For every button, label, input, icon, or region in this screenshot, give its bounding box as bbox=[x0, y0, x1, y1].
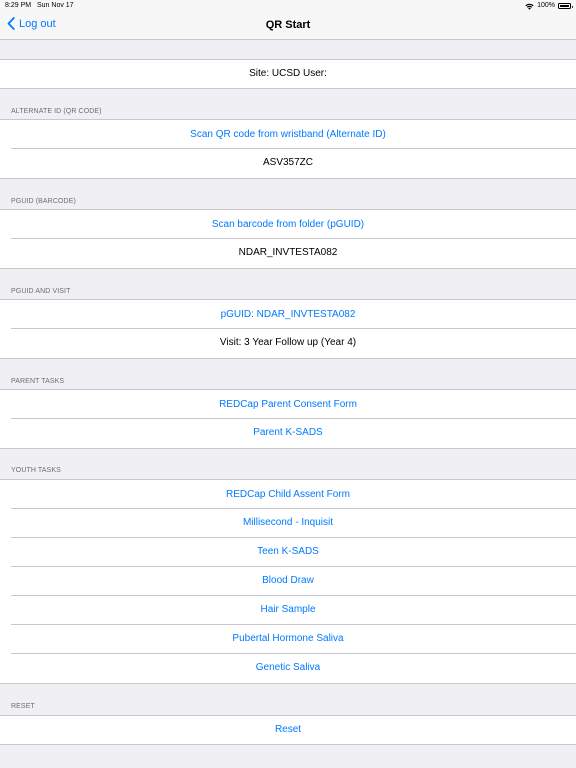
youth-task-label: Blood Draw bbox=[262, 575, 314, 586]
wifi-icon bbox=[525, 3, 534, 10]
scan-qr-code-label: Scan QR code from wristband (Alternate I… bbox=[190, 129, 386, 140]
visit-row: Visit: 3 Year Follow up (Year 4) bbox=[0, 329, 576, 359]
battery-percent: 100% bbox=[537, 2, 555, 9]
alternate-id-value-row: ASV357ZC bbox=[0, 149, 576, 179]
alternate-id-value: ASV357ZC bbox=[262, 157, 314, 168]
parent-task-label: Parent K-SADS bbox=[253, 427, 323, 438]
reset-label: Reset bbox=[274, 724, 302, 735]
status-date: Sun Nov 17 bbox=[37, 2, 74, 9]
parent-task-ksads-button[interactable]: Parent K-SADS bbox=[0, 419, 576, 449]
pguid-button[interactable]: pGUID: NDAR_INVTESTA082 bbox=[0, 299, 576, 329]
youth-task-pubertal-saliva-button[interactable]: Pubertal Hormone Saliva bbox=[0, 625, 576, 654]
youth-task-teen-ksads-button[interactable]: Teen K-SADS bbox=[0, 538, 576, 567]
pguid-button-label: pGUID: NDAR_INVTESTA082 bbox=[220, 309, 356, 320]
youth-task-label: Millisecond - Inquisit bbox=[242, 517, 334, 528]
youth-task-blood-draw-button[interactable]: Blood Draw bbox=[0, 567, 576, 596]
section-header-pguid-visit: PGUID AND VISIT bbox=[11, 288, 71, 295]
parent-task-label: REDCap Parent Consent Form bbox=[219, 399, 357, 410]
scan-qr-code-button[interactable]: Scan QR code from wristband (Alternate I… bbox=[0, 119, 576, 149]
navigation-bar: Log out QR Start bbox=[0, 12, 576, 40]
site-info-row: Site: UCSD User: bbox=[0, 59, 576, 89]
youth-task-label: Pubertal Hormone Saliva bbox=[232, 633, 344, 644]
youth-task-inquisit-button[interactable]: Millisecond - Inquisit bbox=[0, 509, 576, 538]
scan-barcode-button[interactable]: Scan barcode from folder (pGUID) bbox=[0, 209, 576, 239]
youth-task-genetic-saliva-button[interactable]: Genetic Saliva bbox=[0, 654, 576, 684]
section-header-parent-tasks: PARENT TASKS bbox=[11, 378, 65, 385]
youth-task-label: REDCap Child Assent Form bbox=[226, 489, 350, 500]
site-info-text: Site: UCSD User: bbox=[249, 68, 327, 79]
section-header-pguid: PGUID (BARCODE) bbox=[11, 198, 76, 205]
visit-label: Visit: 3 Year Follow up (Year 4) bbox=[219, 337, 357, 348]
pguid-value: NDAR_INVTESTA082 bbox=[238, 247, 338, 258]
page-title: QR Start bbox=[265, 19, 311, 31]
reset-button[interactable]: Reset bbox=[0, 715, 576, 745]
youth-task-label: Genetic Saliva bbox=[255, 662, 321, 673]
parent-task-redcap-consent-button[interactable]: REDCap Parent Consent Form bbox=[0, 389, 576, 419]
youth-task-label: Teen K-SADS bbox=[257, 546, 319, 557]
youth-task-redcap-assent-button[interactable]: REDCap Child Assent Form bbox=[0, 479, 576, 509]
section-header-alternate-id: ALTERNATE ID (QR CODE) bbox=[11, 108, 102, 115]
youth-task-hair-sample-button[interactable]: Hair Sample bbox=[0, 596, 576, 625]
section-header-reset: RESET bbox=[11, 703, 35, 710]
youth-task-label: Hair Sample bbox=[260, 604, 316, 615]
status-time: 8:29 PM bbox=[5, 2, 32, 9]
pguid-value-row: NDAR_INVTESTA082 bbox=[0, 239, 576, 269]
section-header-youth-tasks: YOUTH TASKS bbox=[11, 467, 61, 474]
scan-barcode-label: Scan barcode from folder (pGUID) bbox=[211, 219, 365, 230]
battery-icon bbox=[558, 3, 573, 9]
status-bar: 8:29 PM Sun Nov 17 100% bbox=[0, 0, 576, 12]
